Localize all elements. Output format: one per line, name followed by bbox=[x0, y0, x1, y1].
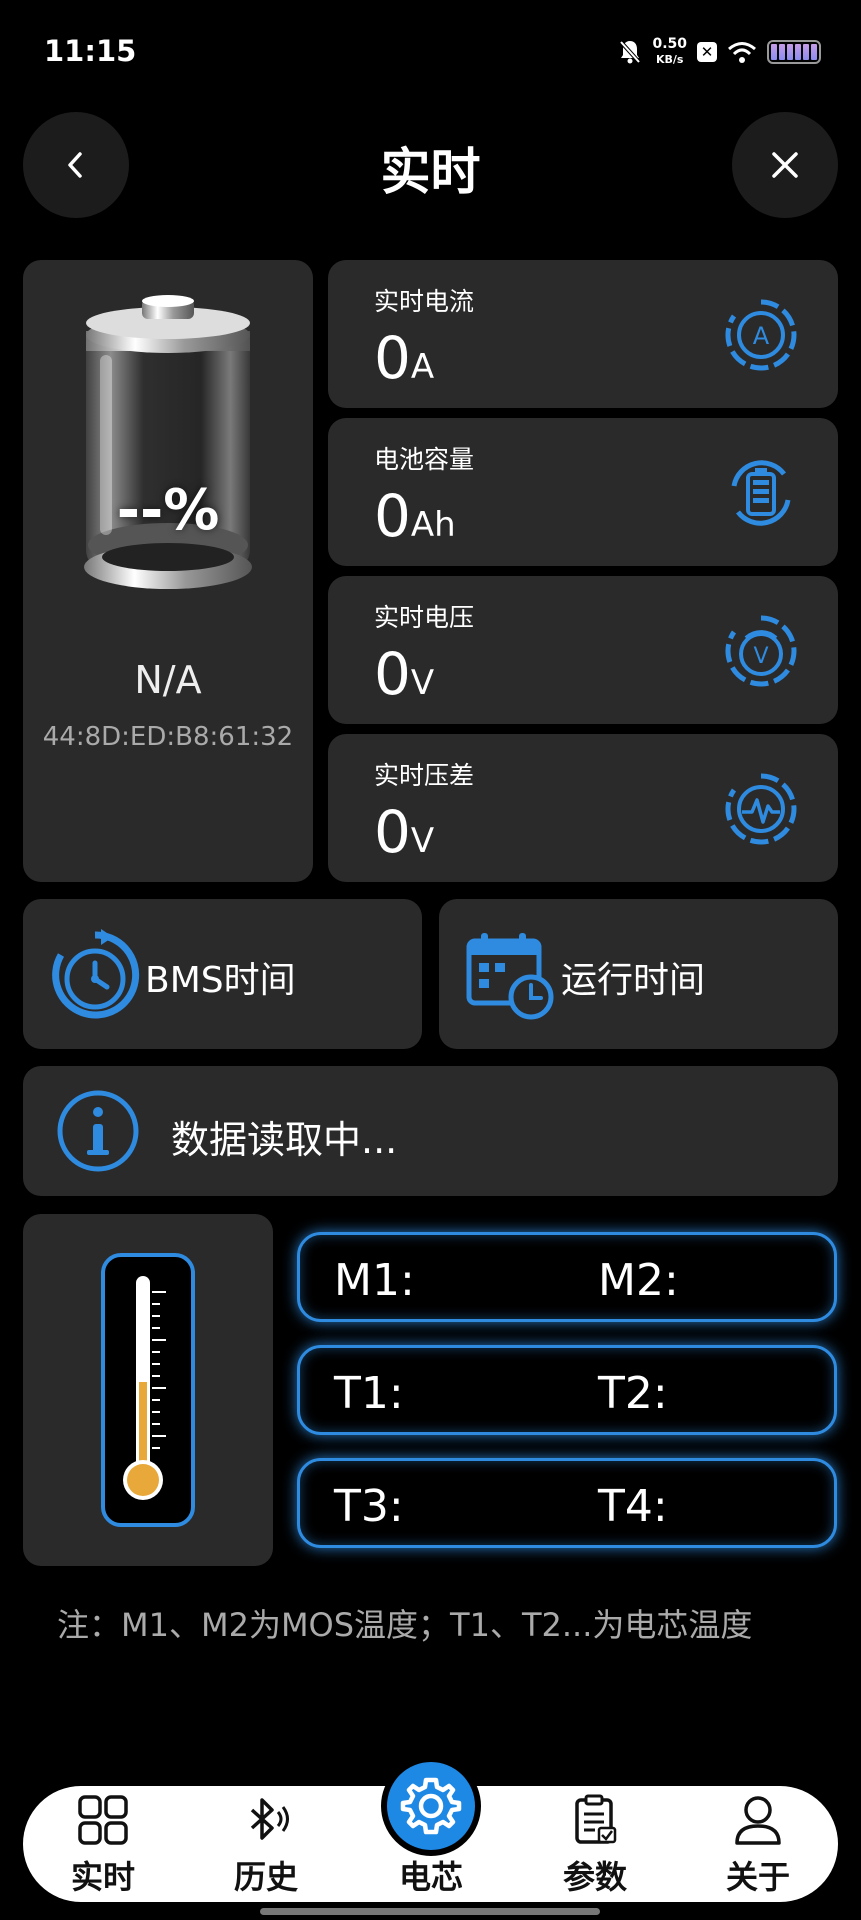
network-speed: 0.50 KB/s bbox=[652, 37, 687, 67]
nav-item-about[interactable]: 关于 bbox=[698, 1786, 818, 1902]
data-status-text: 数据读取中... bbox=[171, 1118, 398, 1162]
bell-muted-icon bbox=[619, 40, 641, 64]
voltage-value-group: 0V bbox=[374, 640, 434, 708]
bluetooth-icon bbox=[250, 1798, 289, 1840]
voltage-card: 实时电压 0V V bbox=[328, 576, 838, 724]
current-card: 实时电流 0A A bbox=[328, 260, 838, 408]
ammeter-icon: A bbox=[725, 299, 797, 371]
voltage-diff-label: 实时压差 bbox=[374, 761, 475, 790]
battery-status-card: --% N/A 44:8D:ED:B8:61:32 bbox=[23, 260, 313, 882]
voltmeter-icon: V bbox=[725, 615, 797, 687]
nav-label-about: 关于 bbox=[725, 1858, 790, 1896]
gear-icon bbox=[400, 1777, 462, 1835]
voltage-diff-unit: V bbox=[410, 821, 435, 861]
wifi-icon bbox=[728, 42, 756, 63]
cell-temp-row-2: T3: T4: bbox=[297, 1458, 837, 1548]
nav-label-params: 参数 bbox=[562, 1858, 627, 1896]
capacity-value-group: 0Ah bbox=[374, 482, 456, 550]
run-time-card[interactable]: 运行时间 bbox=[439, 899, 838, 1049]
thermometer-card bbox=[23, 1214, 273, 1566]
t1-temp: T1: bbox=[334, 1368, 404, 1419]
m1-temp: M1: bbox=[334, 1255, 415, 1306]
pulse-icon bbox=[725, 773, 797, 845]
nav-item-params[interactable]: 参数 bbox=[535, 1786, 655, 1902]
close-icon bbox=[772, 152, 798, 178]
battery-mac-address: 44:8D:ED:B8:61:32 bbox=[42, 722, 294, 752]
nav-label-realtime: 实时 bbox=[70, 1858, 135, 1896]
network-speed-unit: KB/s bbox=[655, 53, 684, 66]
temperature-note: 注：M1、M2为MOS温度；T1、T2...为电芯温度 bbox=[57, 1606, 753, 1644]
close-button[interactable] bbox=[732, 112, 838, 218]
voltage-diff-value-group: 0V bbox=[374, 798, 434, 866]
voltage-diff-card: 实时压差 0V bbox=[328, 734, 838, 882]
grid-icon bbox=[78, 1795, 128, 1845]
info-icon bbox=[57, 1090, 139, 1172]
status-time: 11:15 bbox=[44, 34, 137, 68]
capacity-unit: Ah bbox=[410, 505, 456, 545]
svg-text:V: V bbox=[753, 644, 768, 669]
calendar-clock-icon bbox=[466, 933, 554, 1020]
home-indicator bbox=[260, 1908, 600, 1915]
mos-temp-row: M1: M2: bbox=[297, 1232, 837, 1322]
cell-center-button[interactable] bbox=[381, 1756, 481, 1856]
notification-x-icon: ✕ bbox=[697, 42, 717, 62]
battery-name: N/A bbox=[134, 658, 202, 702]
status-icons: 0.50 KB/s ✕ bbox=[618, 32, 821, 72]
nav-label-history: 历史 bbox=[233, 1858, 298, 1896]
t3-temp: T3: bbox=[334, 1481, 404, 1532]
voltage-unit: V bbox=[410, 663, 435, 703]
data-status-card: 数据读取中... bbox=[23, 1066, 838, 1196]
user-icon bbox=[735, 1796, 781, 1845]
network-speed-value: 0.50 bbox=[652, 36, 687, 52]
battery-capacity-icon bbox=[731, 460, 791, 526]
capacity-label: 电池容量 bbox=[374, 445, 475, 474]
bms-time-card[interactable]: BMS时间 bbox=[23, 899, 422, 1049]
bms-time-label: BMS时间 bbox=[145, 960, 296, 1001]
thermometer-icon bbox=[101, 1253, 195, 1527]
run-time-label: 运行时间 bbox=[561, 960, 706, 1001]
clipboard-icon bbox=[575, 1794, 617, 1844]
voltage-value: 0 bbox=[374, 640, 411, 708]
battery-level-icon bbox=[767, 40, 821, 64]
nav-item-realtime[interactable]: 实时 bbox=[43, 1786, 163, 1902]
status-bar: 11:15 0.50 KB/s ✕ bbox=[0, 0, 861, 100]
t4-temp: T4: bbox=[598, 1481, 668, 1532]
current-unit: A bbox=[410, 347, 435, 387]
current-value-group: 0A bbox=[374, 324, 434, 392]
cell-temp-row-1: T1: T2: bbox=[297, 1345, 837, 1435]
t2-temp: T2: bbox=[598, 1368, 668, 1419]
battery-percentage: --% bbox=[116, 478, 220, 543]
current-label: 实时电流 bbox=[374, 287, 475, 316]
m2-temp: M2: bbox=[598, 1255, 679, 1306]
capacity-value: 0 bbox=[374, 482, 411, 550]
current-value: 0 bbox=[374, 324, 411, 392]
svg-text:A: A bbox=[753, 322, 770, 350]
nav-item-history[interactable]: 历史 bbox=[206, 1786, 326, 1902]
capacity-card: 电池容量 0Ah bbox=[328, 418, 838, 566]
clock-refresh-icon bbox=[52, 929, 140, 1019]
nav-label-cell: 电芯 bbox=[398, 1858, 463, 1896]
voltage-label: 实时电压 bbox=[374, 603, 475, 632]
voltage-diff-value: 0 bbox=[374, 798, 411, 866]
battery-illustration-icon bbox=[84, 295, 252, 589]
